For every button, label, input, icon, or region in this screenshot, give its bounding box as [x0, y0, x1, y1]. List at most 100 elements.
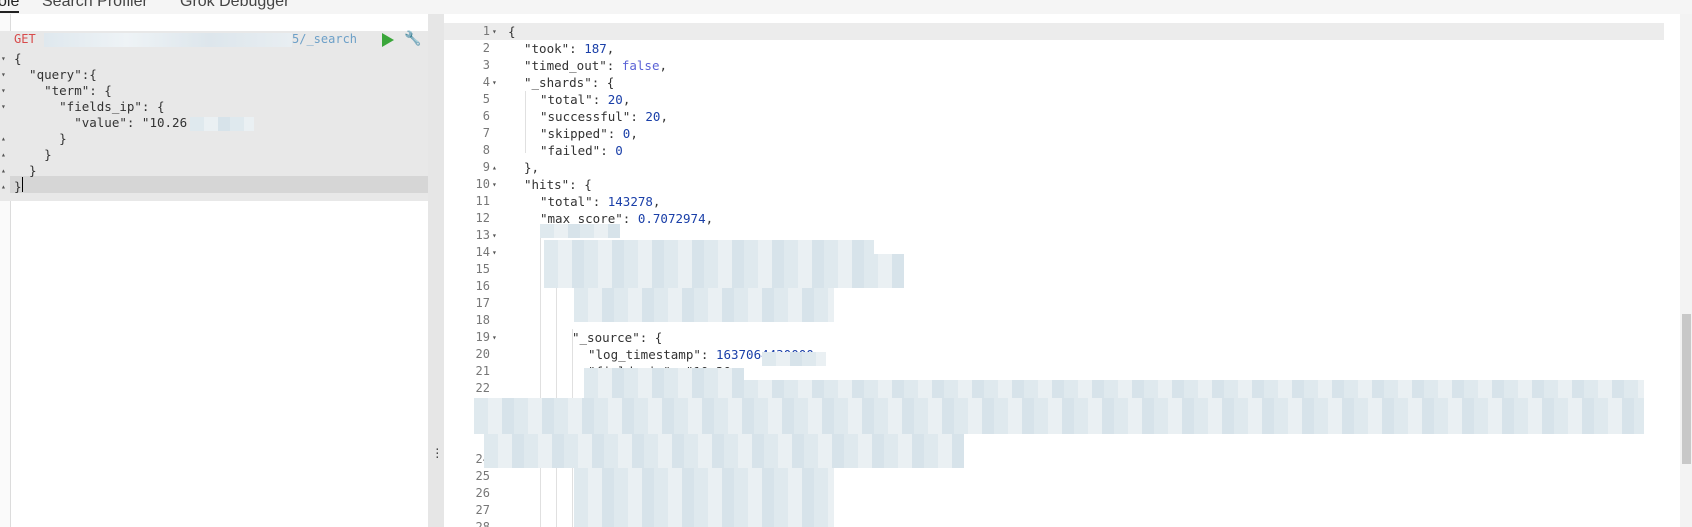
- line-number: 21: [475, 364, 490, 378]
- fold-toggle-icon[interactable]: ▾: [492, 227, 497, 244]
- line-number: 28: [475, 520, 490, 527]
- json-key: "skipped": [540, 126, 608, 141]
- request-body-line: }: [14, 131, 67, 146]
- line-number: 14: [475, 245, 490, 259]
- redacted-value: [190, 117, 254, 131]
- json-value: {: [654, 330, 663, 345]
- vertical-grip-icon[interactable]: · · ·: [434, 444, 441, 463]
- line-number: 22: [475, 381, 490, 395]
- tab-search-profiler[interactable]: Search Profiler: [42, 0, 148, 11]
- pane-resizer[interactable]: · · ·: [428, 14, 444, 527]
- line-number: 8: [482, 143, 490, 157]
- fold-toggle-icon[interactable]: ▾: [1, 82, 6, 99]
- indent-guide: [525, 91, 526, 153]
- json-value: 20: [645, 109, 661, 124]
- request-body-line: "term": {: [14, 83, 112, 98]
- play-icon[interactable]: [382, 33, 394, 47]
- request-editor[interactable]: GET 5/_search 🔧 { ▾ "query":{ ▾ "term": { ▾…: [0, 14, 428, 527]
- request-body-line: }: [14, 163, 37, 178]
- active-line: [444, 23, 1664, 40]
- json-key: "hits": [524, 177, 570, 192]
- line-number: 4: [482, 75, 490, 89]
- response-line: "_shards": {: [524, 75, 615, 90]
- fold-toggle-icon[interactable]: ▴: [492, 159, 497, 176]
- request-body-line: }: [14, 179, 22, 194]
- redacted-block: [544, 254, 904, 288]
- request-body-line: {: [14, 51, 22, 66]
- json-value: {: [606, 75, 615, 90]
- line-number: 2: [482, 41, 490, 55]
- scrollbar-thumb[interactable]: [1682, 314, 1691, 464]
- line-number: 11: [475, 194, 490, 208]
- console-tabs: ole Search Profiler Grok Debugger: [0, 0, 1692, 14]
- json-value: 20: [607, 92, 623, 107]
- fold-toggle-icon[interactable]: ▾: [492, 23, 497, 40]
- line-number: 15: [475, 262, 490, 276]
- cursor-line: [10, 176, 428, 193]
- redacted-block: [474, 398, 1644, 434]
- json-value: false: [621, 58, 660, 73]
- request-body-line: }: [14, 147, 52, 162]
- fold-toggle-icon[interactable]: ▴: [1, 178, 6, 195]
- response-line: "_source": {: [572, 330, 663, 345]
- line-number: 18: [475, 313, 490, 327]
- response-line: "successful": 20,: [540, 109, 668, 124]
- response-line: "total": 143278,: [540, 194, 661, 209]
- line-number: 19: [475, 330, 490, 344]
- line-number: 10: [475, 177, 490, 191]
- redacted-block: [574, 288, 834, 322]
- fold-toggle-icon[interactable]: ▾: [492, 244, 497, 261]
- json-value: {: [584, 177, 592, 192]
- json-value: 143278: [607, 194, 653, 209]
- fold-toggle-icon[interactable]: ▴: [1, 146, 6, 163]
- line-number: 27: [475, 503, 490, 517]
- json-key: "log_timestamp": [588, 347, 701, 362]
- line-number: 5: [482, 92, 490, 106]
- fold-toggle-icon[interactable]: ▾: [1, 66, 6, 83]
- json-key: "total": [540, 194, 593, 209]
- fold-toggle-icon[interactable]: ▴: [1, 162, 6, 179]
- fold-toggle-icon[interactable]: ▾: [492, 176, 497, 193]
- wrench-icon[interactable]: 🔧: [404, 31, 421, 47]
- line-number: 17: [475, 296, 490, 310]
- json-key: "_source": [572, 330, 640, 345]
- response-viewer[interactable]: 1 ▾{2 "took": 187, 3 "timed_out": false, 4 ▾ "_…: [444, 14, 1692, 527]
- redacted-value: [762, 352, 826, 366]
- response-line: "hits": {: [524, 177, 592, 192]
- request-body-line: "query":{: [14, 67, 97, 82]
- json-key: "total": [540, 92, 593, 107]
- json-key: "timed_out": [524, 58, 607, 73]
- redacted-block: [484, 434, 964, 468]
- json-key: "successful": [540, 109, 631, 124]
- redacted-block: [540, 224, 620, 238]
- json-value: 0: [615, 143, 623, 158]
- response-line: "skipped": 0,: [540, 126, 638, 141]
- line-number: 1: [482, 24, 490, 38]
- json-value: 0.7072974: [637, 211, 706, 226]
- redacted-index: [44, 33, 292, 47]
- response-line: "took": 187,: [524, 41, 615, 56]
- fold-toggle-icon[interactable]: ▴: [1, 130, 6, 147]
- response-line: "total": 20,: [540, 92, 631, 107]
- request-body-line: "value": "10.26: [14, 115, 188, 130]
- tab-console[interactable]: ole: [0, 0, 20, 13]
- response-line: {: [508, 24, 516, 39]
- line-number: 6: [482, 109, 490, 123]
- fold-toggle-icon[interactable]: ▾: [492, 329, 497, 346]
- fold-toggle-icon[interactable]: ▾: [492, 74, 497, 91]
- response-scrollbar[interactable]: [1680, 14, 1692, 527]
- line-number: 9: [482, 160, 490, 174]
- response-line: },: [524, 160, 540, 175]
- response-line: "timed_out": false,: [524, 58, 668, 73]
- fold-toggle-icon[interactable]: ▾: [1, 50, 6, 67]
- request-body-line: "fields_ip": {: [14, 99, 165, 114]
- line-number: 20: [475, 347, 490, 361]
- line-number: 13: [475, 228, 490, 242]
- line-number: 25: [475, 469, 490, 483]
- request-line[interactable]: GET 5/_search 🔧: [0, 31, 428, 49]
- request-method: GET: [14, 32, 36, 46]
- redacted-block: [584, 380, 1644, 398]
- redacted-block: [574, 468, 834, 527]
- fold-toggle-icon[interactable]: ▾: [1, 98, 6, 115]
- tab-grok-debugger[interactable]: Grok Debugger: [180, 0, 289, 11]
